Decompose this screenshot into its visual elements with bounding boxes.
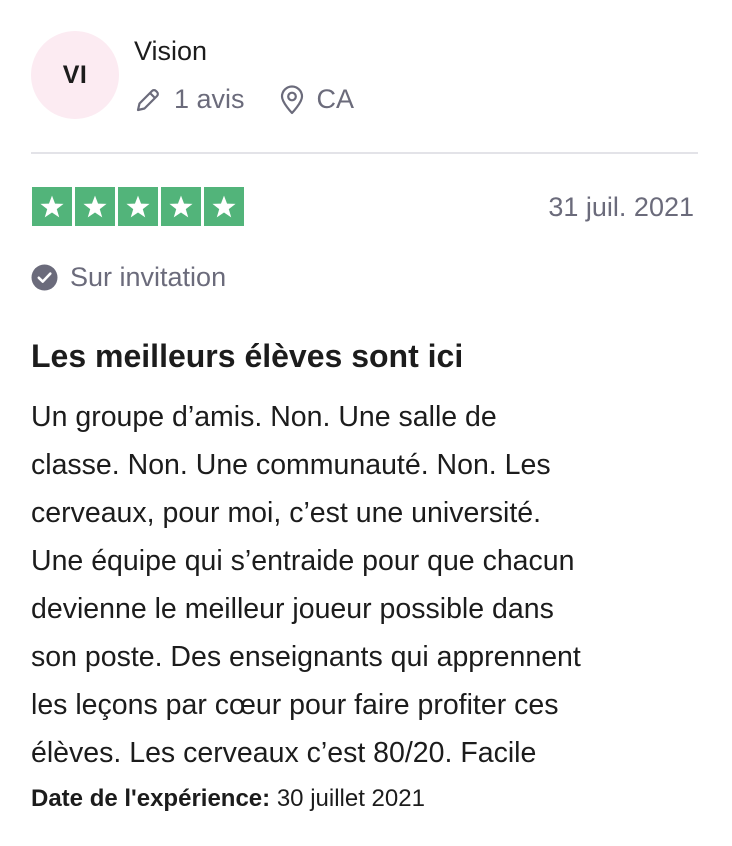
reviewer-country: CA	[316, 84, 355, 114]
star-rating	[32, 187, 244, 226]
reviewer-meta: 1 avis CA	[134, 84, 354, 115]
review-body-line: devienne le meilleur joueur possible dan…	[31, 593, 554, 625]
experience-value: 30 juillet 2021	[276, 785, 425, 812]
pencil-icon	[134, 86, 162, 114]
experience-date: Date de l'expérience: 30 juillet 2021	[31, 785, 425, 813]
review-body-line: cerveaux, pour moi, c’est une université…	[31, 497, 542, 529]
star-icon	[204, 187, 244, 226]
check-circle-icon	[31, 264, 70, 291]
experience-label: Date de l'expérience:	[31, 785, 271, 812]
invitation-label: Sur invitation	[70, 262, 227, 292]
reviewer-location: CA	[245, 84, 355, 115]
star-icon	[32, 187, 72, 226]
review-body-line: classe. Non. Une communauté. Non. Les	[31, 449, 551, 481]
review-body-line: Un groupe d’amis. Non. Une salle de	[31, 401, 497, 433]
location-pin-icon	[279, 84, 305, 115]
review-body: Un groupe d’amis. Non. Une salle de clas…	[31, 393, 711, 777]
star-icon	[161, 187, 201, 226]
review-title[interactable]: Les meilleurs élèves sont ici	[31, 338, 463, 375]
reviews-count-label: 1 avis	[174, 84, 245, 114]
review-date: 31 juil. 2021	[548, 192, 694, 222]
review-body-line: son poste. Des enseignants qui apprennen…	[31, 641, 581, 673]
star-icon	[75, 187, 115, 226]
divider	[31, 152, 698, 154]
reviews-count: 1 avis	[134, 84, 245, 115]
invitation-badge[interactable]: Sur invitation	[31, 262, 226, 293]
review-body-line: les leçons par cœur pour faire profiter …	[31, 689, 559, 721]
avatar[interactable]: VI	[31, 31, 119, 119]
avatar-initials: VI	[62, 60, 88, 89]
reviewer-name[interactable]: Vision	[134, 36, 207, 67]
review-body-line: Une équipe qui s’entraide pour que chacu…	[31, 545, 575, 577]
review-body-line: élèves. Les cerveaux c’est 80/20. Facile	[31, 737, 537, 769]
star-icon	[118, 187, 158, 226]
